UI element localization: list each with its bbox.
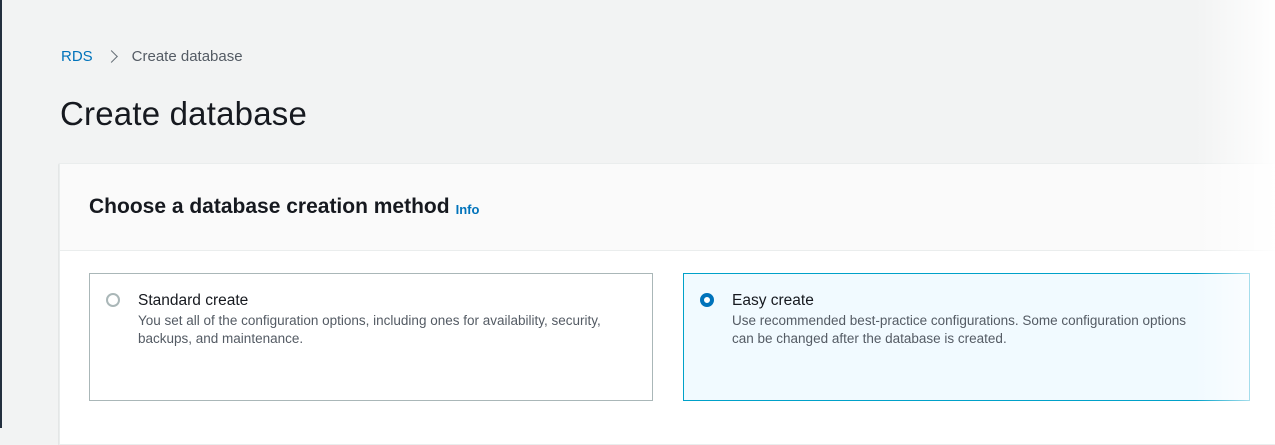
standard-create-description: You set all of the configuration options… [138, 313, 601, 346]
easy-create-description: Use recommended best-practice configurat… [732, 313, 1186, 346]
window-left-border [0, 0, 2, 428]
breadcrumb: RDS Create database [61, 48, 243, 65]
easy-create-option[interactable]: Easy create Use recommended best-practic… [683, 273, 1250, 401]
standard-create-option[interactable]: Standard create You set all of the confi… [89, 273, 653, 401]
panel-header: Choose a database creation method Info [60, 164, 1275, 251]
panel-title: Choose a database creation method [89, 195, 450, 218]
page-title: Create database [60, 95, 308, 132]
standard-create-label: Standard create [138, 292, 249, 309]
easy-create-radio[interactable] [700, 293, 714, 307]
creation-method-panel: Choose a database creation method Info S… [59, 163, 1275, 445]
easy-create-label: Easy create [732, 292, 814, 309]
chevron-right-icon [104, 50, 118, 63]
info-link[interactable]: Info [456, 202, 480, 217]
breadcrumb-link-rds[interactable]: RDS [61, 48, 93, 65]
standard-create-radio[interactable] [106, 293, 120, 307]
breadcrumb-current: Create database [131, 48, 243, 65]
